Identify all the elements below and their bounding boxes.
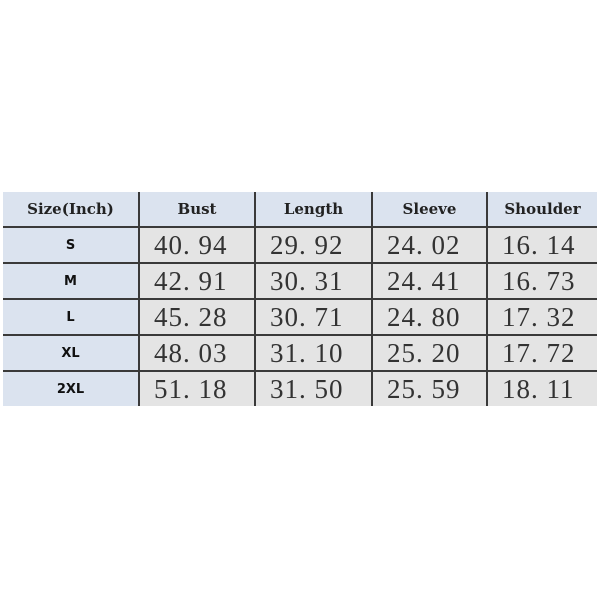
measurement-cell: 24. 02 [371,227,487,264]
table-row: 2XL 51. 18 31. 50 25. 59 18. 11 [3,371,597,406]
column-header: Bust [138,192,255,228]
size-chart-table: Size(Inch) Bust Length Sleeve Shoulder S 40. … [3,192,597,406]
size-label: M [3,263,139,300]
column-header: Size(Inch) [3,192,139,228]
measurement-cell: 25. 59 [371,371,487,406]
measurement-cell: 48. 03 [138,335,255,372]
table-row: M 42. 91 30. 31 24. 41 16. 73 [3,263,597,300]
column-header: Shoulder [486,192,597,228]
measurement-cell: 18. 11 [486,371,597,406]
measurement-cell: 31. 10 [254,335,372,372]
measurement-cell: 51. 18 [138,371,255,406]
measurement-cell: 30. 31 [254,263,372,300]
size-label: 2XL [3,371,139,406]
table-row: L 45. 28 30. 71 24. 80 17. 32 [3,299,597,336]
header-row: Size(Inch) Bust Length Sleeve Shoulder [3,192,597,228]
measurement-cell: 42. 91 [138,263,255,300]
measurement-cell: 40. 94 [138,227,255,264]
column-header: Length [254,192,372,228]
measurement-cell: 25. 20 [371,335,487,372]
measurement-cell: 17. 72 [486,335,597,372]
table-row: XL 48. 03 31. 10 25. 20 17. 72 [3,335,597,372]
measurement-cell: 24. 80 [371,299,487,336]
column-header: Sleeve [371,192,487,228]
size-label: XL [3,335,139,372]
measurement-cell: 31. 50 [254,371,372,406]
table-row: S 40. 94 29. 92 24. 02 16. 14 [3,227,597,264]
measurement-cell: 29. 92 [254,227,372,264]
measurement-cell: 16. 14 [486,227,597,264]
measurement-cell: 30. 71 [254,299,372,336]
measurement-cell: 24. 41 [371,263,487,300]
measurement-cell: 16. 73 [486,263,597,300]
size-label: S [3,227,139,264]
measurement-cell: 45. 28 [138,299,255,336]
size-label: L [3,299,139,336]
measurement-cell: 17. 32 [486,299,597,336]
